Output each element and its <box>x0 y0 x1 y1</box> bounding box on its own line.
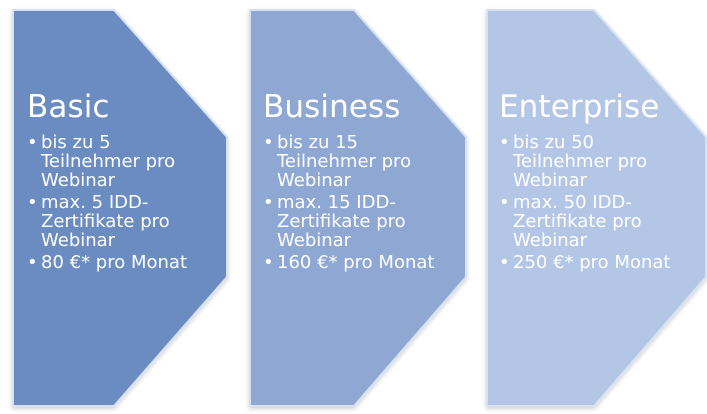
feature-text: bis zu 15 Teilnehmer pro Webinar <box>277 132 412 191</box>
bullet-icon: • <box>499 132 510 153</box>
feature-item: • bis zu 50 Teilnehmer pro Webinar <box>499 133 695 190</box>
feature-text: bis zu 50 Teilnehmer pro Webinar <box>513 132 648 191</box>
plan-features: • bis zu 50 Teilnehmer pro Webinar • max… <box>499 133 695 272</box>
feature-item: • max. 5 IDD- Zertifikate pro Webinar <box>27 193 217 250</box>
feature-item: • 80 €* pro Monat <box>27 253 217 272</box>
feature-text: 80 €* pro Monat <box>41 252 188 273</box>
plan-features: • bis zu 5 Teilnehmer pro Webinar • max.… <box>27 133 217 272</box>
feature-text: 160 €* pro Monat <box>277 252 435 273</box>
plan-card-business: Business • bis zu 15 Teilnehmer pro Webi… <box>263 88 453 275</box>
feature-item: • max. 15 IDD- Zertifikate pro Webinar <box>263 193 453 250</box>
feature-item: • 160 €* pro Monat <box>263 253 453 272</box>
bullet-icon: • <box>499 252 510 273</box>
plan-card-basic: Basic • bis zu 5 Teilnehmer pro Webinar … <box>27 88 217 275</box>
bullet-icon: • <box>27 132 38 153</box>
bullet-icon: • <box>263 252 274 273</box>
plan-title: Business <box>263 89 401 125</box>
bullet-icon: • <box>27 192 38 213</box>
feature-text: max. 15 IDD- Zertifikate pro Webinar <box>277 192 406 251</box>
process-diagram: Basic • bis zu 5 Teilnehmer pro Webinar … <box>0 0 707 414</box>
feature-text: 250 €* pro Monat <box>513 252 671 273</box>
plan-title: Enterprise <box>499 89 660 125</box>
feature-item: • max. 50 IDD- Zertifikate pro Webinar <box>499 193 695 250</box>
feature-item: • bis zu 5 Teilnehmer pro Webinar <box>27 133 217 190</box>
plan-features: • bis zu 15 Teilnehmer pro Webinar • max… <box>263 133 453 272</box>
feature-item: • 250 €* pro Monat <box>499 253 695 272</box>
feature-item: • bis zu 15 Teilnehmer pro Webinar <box>263 133 453 190</box>
plan-title: Basic <box>27 89 110 125</box>
feature-text: bis zu 5 Teilnehmer pro Webinar <box>41 132 176 191</box>
bullet-icon: • <box>27 252 38 273</box>
bullet-icon: • <box>263 192 274 213</box>
feature-text: max. 5 IDD- Zertifikate pro Webinar <box>41 192 170 251</box>
bullet-icon: • <box>499 192 510 213</box>
feature-text: max. 50 IDD- Zertifikate pro Webinar <box>513 192 642 251</box>
bullet-icon: • <box>263 132 274 153</box>
plan-card-enterprise: Enterprise • bis zu 50 Teilnehmer pro We… <box>499 88 695 275</box>
